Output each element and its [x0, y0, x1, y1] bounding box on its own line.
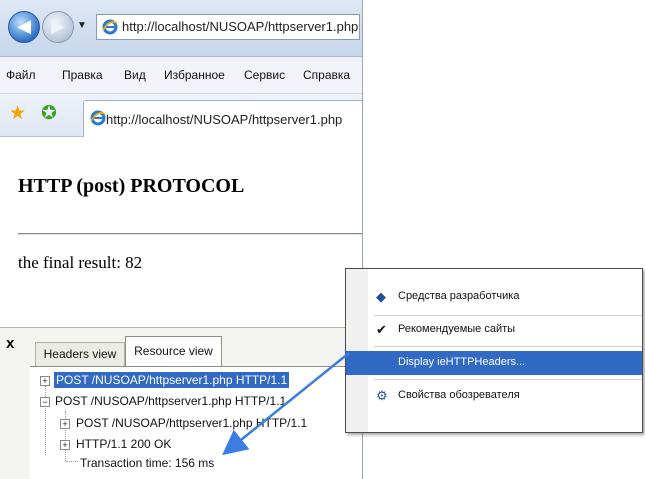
tree-node[interactable]: POST /NUSOAP/httpserver1.php HTTP/1.1 [54, 372, 290, 388]
tree-node[interactable]: POST /NUSOAP/httpserver1.php HTTP/1.1 [55, 393, 286, 409]
address-url: http://localhost/NUSOAP/httpserver1.php [122, 19, 359, 34]
explorer-bar: x Headers view Resource view + POST /NUS… [0, 327, 362, 479]
resource-tree: + POST /NUSOAP/httpserver1.php HTTP/1.1 … [30, 366, 362, 479]
tab-resource-view[interactable]: Resource view [125, 336, 222, 367]
menu-view[interactable]: Вид [124, 68, 146, 82]
forward-button[interactable]: ▶ [42, 11, 74, 43]
tree-node[interactable]: POST /NUSOAP/httpserver1.php HTTP/1.1 [76, 415, 307, 431]
history-dropdown-icon[interactable]: ▼ [77, 20, 87, 31]
back-button[interactable]: ◀ [8, 11, 40, 43]
favorites-bar: ★ ✪ http://localhost/NUSOAP/httpserver1.… [0, 94, 362, 137]
menu-edit[interactable]: Правка [62, 68, 103, 82]
menu-separator [374, 315, 642, 316]
horizontal-rule [18, 233, 362, 235]
address-toolbar: ◀ ▶ ▼ http://localhost/NUSOAP/httpserver… [0, 0, 362, 57]
page-content: HTTP (post) PROTOCOL the final result: 8… [0, 137, 362, 327]
menu-item-developer-tools[interactable]: ◆ Средства разработчика [346, 285, 642, 309]
address-bar[interactable]: http://localhost/NUSOAP/httpserver1.php [96, 14, 360, 40]
tab-headers-view[interactable]: Headers view [35, 342, 125, 366]
checkmark-icon: ✔ [376, 322, 387, 337]
browser-window: ◀ ▶ ▼ http://localhost/NUSOAP/httpserver… [0, 0, 363, 479]
tree-node[interactable]: Transaction time: 156 ms [80, 455, 214, 471]
menu-separator [374, 379, 642, 380]
menu-help[interactable]: Справка [303, 68, 350, 82]
add-favorites-icon[interactable]: ✪ [41, 104, 57, 124]
menu-item-label: Рекомендуемые сайты [398, 323, 516, 335]
menu-tools[interactable]: Сервис [244, 68, 285, 82]
ie-logo-icon [90, 110, 106, 126]
menu-bar: Файл Правка Вид Избранное Сервис Справка [0, 57, 362, 94]
expand-icon[interactable]: + [60, 440, 70, 450]
browser-tab[interactable]: http://localhost/NUSOAP/httpserver1.php [83, 100, 362, 137]
ie-logo-icon [102, 19, 118, 35]
back-arrow-icon: ◀ [17, 16, 31, 36]
menu-item-internet-options[interactable]: ⚙ Свойства обозревателя [346, 384, 642, 408]
menu-item-label: Средства разработчика [398, 290, 520, 302]
menu-item-label: Свойства обозревателя [398, 389, 520, 401]
menu-item-display-iehttpheaders[interactable]: Display ieHTTPHeaders... [346, 351, 642, 375]
favorites-star-icon[interactable]: ★ [9, 104, 26, 124]
context-menu: ◆ Средства разработчика ✔ Рекомендуемые … [345, 268, 643, 433]
page-title: HTTP (post) PROTOCOL [18, 175, 245, 197]
expand-icon[interactable]: + [60, 419, 70, 429]
menu-item-label: Display ieHTTPHeaders... [398, 356, 526, 368]
menu-separator [374, 346, 642, 347]
tab-title: http://localhost/NUSOAP/httpserver1.php [106, 112, 343, 127]
menu-file[interactable]: Файл [6, 68, 36, 82]
menu-favorites[interactable]: Избранное [164, 68, 225, 82]
internet-options-icon: ⚙ [376, 388, 388, 403]
menu-item-suggested-sites[interactable]: ✔ Рекомендуемые сайты [346, 318, 642, 342]
expand-icon[interactable]: + [40, 376, 50, 386]
forward-arrow-icon: ▶ [51, 16, 65, 36]
collapse-icon[interactable]: − [40, 397, 50, 407]
tree-node[interactable]: HTTP/1.1 200 OK [76, 436, 171, 452]
close-icon[interactable]: x [6, 335, 14, 352]
developer-tools-icon: ◆ [376, 289, 386, 304]
result-text: the final result: 82 [18, 253, 143, 272]
